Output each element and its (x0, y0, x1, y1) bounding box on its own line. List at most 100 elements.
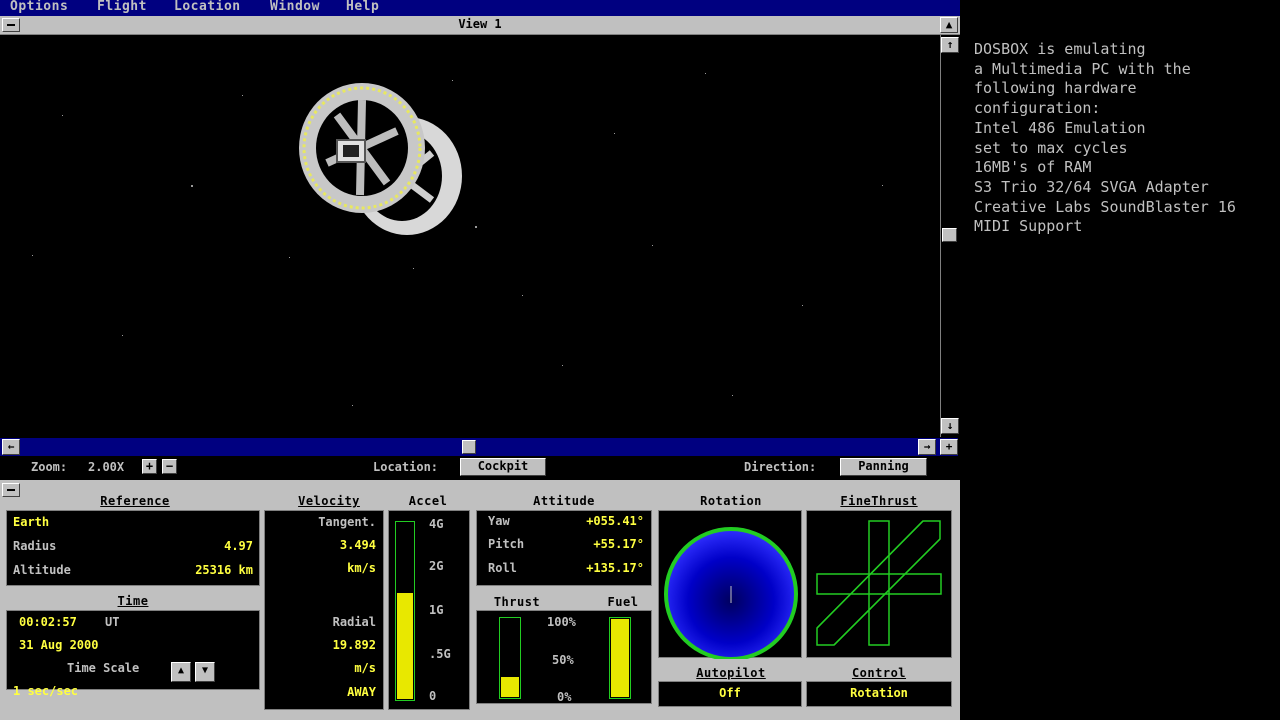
control-panel: Reference Earth Radius 4.97 Altitude 253… (0, 480, 960, 720)
zoom-in-button[interactable]: + (142, 459, 157, 474)
accel-tick-1g: 1G (429, 603, 444, 617)
accel-box: 4G 2G 1G .5G 0 (388, 510, 470, 710)
location-button[interactable]: Cockpit (460, 458, 546, 476)
resize-handle[interactable]: + (940, 439, 958, 455)
time-date: 31 Aug 2000 (19, 638, 99, 652)
thrust-tick-50: 50% (552, 653, 574, 667)
scroll-left-button[interactable]: ← (2, 439, 20, 455)
attitude-box: Yaw +055.41° Pitch +55.17° Roll +135.17° (476, 510, 652, 586)
time-scale-value: 1 sec/sec (13, 684, 79, 698)
menu-window[interactable]: Window (270, 0, 320, 16)
thrust-tick-0: 0% (557, 690, 572, 704)
menu-flight[interactable]: Flight (97, 0, 147, 16)
dosbox-info-text: DOSBOX is emulating a Multimedia PC with… (974, 40, 1274, 237)
accel-gauge (395, 521, 415, 701)
time-scale-label: Time Scale (67, 661, 140, 675)
autopilot-title: Autopilot (696, 666, 766, 680)
zoom-out-button[interactable]: − (162, 459, 177, 474)
thrust-gauge-fill (501, 677, 519, 697)
dosbox-line: S3 Trio 32/64 SVGA Adapter (974, 177, 1209, 196)
dosbox-line: MIDI Support (974, 217, 1083, 236)
vertical-scrollbar[interactable]: ↑ ↓ (940, 35, 959, 437)
view-title: View 1 (458, 17, 502, 31)
yaw-label: Yaw (488, 514, 510, 528)
panel-system-menu-button[interactable] (2, 483, 20, 497)
reference-body: Earth (13, 515, 50, 529)
altitude-value: 25316 km (195, 563, 253, 577)
direction-label: Direction: (744, 460, 817, 474)
dosbox-line: following hardware (974, 79, 1137, 98)
dosbox-line: configuration: (974, 99, 1101, 118)
menu-location[interactable]: Location (174, 0, 241, 16)
zoom-value: 2.00X (88, 460, 125, 474)
control-title: Control (851, 666, 907, 680)
reference-box[interactable]: Earth Radius 4.97 Altitude 25316 km (6, 510, 260, 586)
radius-label: Radius (13, 539, 57, 553)
space-station-scene (32, 73, 883, 406)
control-value: Rotation (850, 686, 908, 700)
view-titlebar: View 1 ▲ (0, 16, 960, 35)
finethrust-title: FineThrust (840, 494, 918, 508)
accel-gauge-fill (397, 593, 413, 699)
maximize-button[interactable]: ▲ (940, 17, 958, 33)
rotation-box[interactable] (658, 510, 802, 661)
view-system-menu-button[interactable] (2, 18, 20, 32)
tangent-label: Tangent. (318, 515, 376, 529)
station-front-wheel (299, 83, 425, 213)
accel-tick-0: 0 (429, 689, 437, 703)
zoom-label: Zoom: (31, 460, 68, 474)
horizontal-scrollbar[interactable]: ← → + (0, 438, 958, 456)
radial-unit: m/s (354, 661, 376, 675)
autopilot-box[interactable]: Off (658, 681, 802, 707)
direction-button[interactable]: Panning (840, 458, 927, 476)
location-label: Location: (373, 460, 439, 474)
vertical-scroll-thumb[interactable] (942, 228, 957, 242)
time-clock: 00:02:57 (19, 615, 77, 629)
fuel-gauge (609, 617, 631, 699)
time-zone: UT (105, 615, 120, 629)
time-scale-down-button[interactable]: ▼ (195, 662, 215, 682)
scroll-right-button[interactable]: → (918, 439, 936, 455)
dosbox-line: 16MB's of RAM (974, 158, 1092, 177)
accel-tick-2g: 2G (429, 559, 444, 573)
dosbox-line: set to max cycles (974, 138, 1128, 157)
attitude-title: Attitude (533, 494, 595, 508)
space-viewport[interactable] (2, 35, 938, 438)
menu-options[interactable]: Options (10, 0, 68, 16)
scroll-up-button[interactable]: ↑ (941, 37, 959, 53)
radial-value: 19.892 (332, 638, 376, 652)
radial-label: Radial (332, 615, 376, 629)
control-box[interactable]: Rotation (806, 681, 952, 707)
finethrust-box[interactable] (806, 510, 952, 658)
thrust-box: 100% 50% 0% (476, 610, 652, 704)
tangent-value: 3.494 (339, 538, 376, 552)
thrust-tick-100: 100% (547, 615, 576, 629)
roll-label: Roll (488, 561, 517, 575)
velocity-title: Velocity (298, 494, 360, 508)
stars (32, 73, 883, 406)
fuel-title: Fuel (607, 595, 639, 609)
accel-tick-4g: 4G (429, 517, 444, 531)
dosbox-line: Creative Labs SoundBlaster 16 (974, 197, 1236, 216)
scroll-down-button[interactable]: ↓ (941, 418, 959, 434)
finethrust-control (816, 520, 942, 646)
time-scale-up-button[interactable]: ▲ (171, 662, 191, 682)
accel-tick-half-g: .5G (429, 647, 451, 661)
roll-value: +135.17° (586, 561, 644, 575)
time-box: 00:02:57 UT 31 Aug 2000 Time Scale ▲ ▼ 1… (6, 610, 260, 698)
thrust-gauge[interactable] (499, 617, 521, 699)
horizontal-scroll-thumb[interactable] (462, 440, 476, 454)
menu-help[interactable]: Help (346, 0, 379, 16)
menu-bar: Options Flight Location Window Help (0, 0, 960, 16)
rotation-control-disc (664, 527, 798, 661)
view-controls-bar: Zoom: 2.00X + − Location: Cockpit Direct… (0, 457, 960, 479)
dosbox-line: DOSBOX is emulating (974, 40, 1146, 58)
radius-value: 4.97 (224, 539, 253, 553)
rotation-title: Rotation (700, 494, 762, 508)
radial-direction: AWAY (347, 685, 376, 699)
altitude-label: Altitude (13, 563, 71, 577)
pitch-value: +55.17° (593, 537, 644, 551)
thrust-title: Thrust (493, 595, 541, 609)
time-title: Time (117, 594, 149, 608)
velocity-box: Tangent. 3.494 km/s Radial 19.892 m/s AW… (264, 510, 384, 710)
